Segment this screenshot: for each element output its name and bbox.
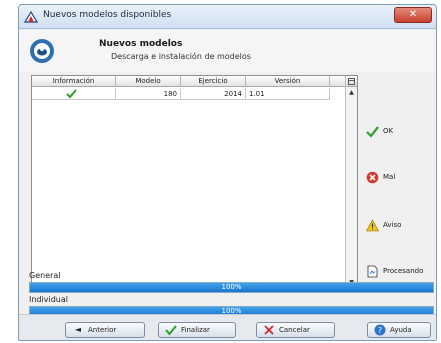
check-icon	[165, 325, 177, 336]
vertical-scrollbar[interactable]: ▲ ▼	[345, 76, 357, 290]
check-icon	[66, 89, 77, 99]
models-table: Información Modelo Ejercicio Versión 180…	[31, 75, 358, 291]
column-header-version[interactable]: Versión	[246, 76, 330, 87]
modelo-cell: 180	[116, 88, 181, 100]
warning-icon	[366, 219, 379, 232]
cancelar-label: Cancelar	[279, 326, 310, 334]
column-chooser-icon[interactable]	[346, 76, 357, 87]
dialog-content: Nuevos modelos Descarga e instalación de…	[19, 30, 436, 340]
title-bar[interactable]: Nuevos modelos disponibles ✕	[19, 5, 436, 29]
anterior-label: Anterior	[88, 326, 117, 334]
column-header-informacion[interactable]: Información	[32, 76, 116, 87]
cancelar-button[interactable]: Cancelar	[256, 322, 335, 338]
error-icon	[366, 171, 379, 184]
close-button[interactable]: ✕	[394, 7, 432, 23]
info-cell	[32, 88, 116, 100]
individual-progress-label: Individual	[29, 295, 68, 304]
document-icon	[367, 265, 378, 278]
table-header: Información Modelo Ejercicio Versión	[32, 76, 357, 87]
check-icon	[366, 126, 379, 138]
legend-ok-label: OK	[383, 127, 394, 135]
general-progress-label: General	[29, 271, 61, 280]
header-panel: Nuevos modelos Descarga e instalación de…	[19, 30, 436, 72]
anterior-button[interactable]: ◄ Anterior	[65, 322, 145, 338]
window-title: Nuevos modelos disponibles	[43, 10, 172, 20]
cancel-icon	[264, 325, 274, 335]
arrow-left-icon: ◄	[74, 325, 82, 334]
table-row[interactable]: 180 2014 1.01	[32, 88, 357, 100]
ayuda-label: Ayuda	[390, 326, 412, 334]
ayuda-button[interactable]: ? Ayuda	[367, 322, 431, 338]
app-logo-icon	[24, 10, 38, 23]
version-cell: 1.01	[246, 88, 330, 100]
column-header-ejercicio[interactable]: Ejercicio	[181, 76, 246, 87]
finalizar-button[interactable]: Finalizar	[158, 322, 236, 338]
help-icon: ?	[374, 324, 386, 336]
column-header-modelo[interactable]: Modelo	[116, 76, 181, 87]
scroll-up-icon[interactable]: ▲	[346, 88, 357, 98]
download-models-icon	[30, 39, 54, 63]
ejercicio-cell: 2014	[181, 88, 246, 100]
header-title: Nuevos modelos	[99, 39, 183, 49]
dialog-window: Nuevos modelos disponibles ✕ Nuevos mode…	[18, 4, 437, 341]
general-progress-text: 100%	[221, 283, 242, 291]
legend-mal-label: Mal	[383, 173, 396, 181]
finalizar-label: Finalizar	[181, 326, 210, 334]
legend-aviso-label: Aviso	[383, 221, 402, 229]
svg-text:?: ?	[378, 326, 382, 335]
general-progress-bar: 100%	[29, 282, 434, 293]
header-subtitle: Descarga e instalación de modelos	[111, 52, 251, 61]
button-bar: ◄ Anterior Finalizar Cancelar ? Ayuda	[19, 314, 436, 340]
legend-procesando-label: Procesando	[383, 267, 424, 275]
